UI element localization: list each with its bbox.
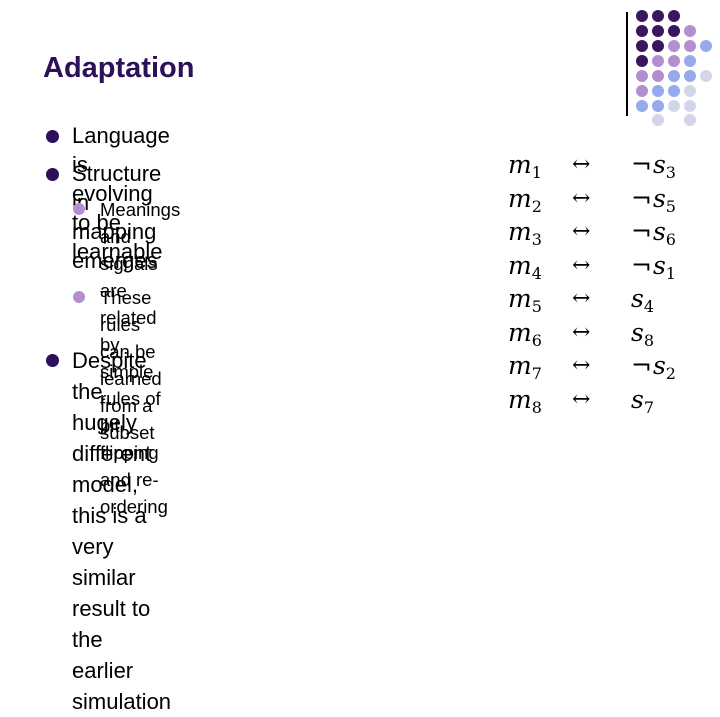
decorative-dot xyxy=(652,55,664,67)
signal-symbol: s7 xyxy=(631,384,655,417)
decorative-dot xyxy=(652,100,664,112)
negation-symbol: ¬ xyxy=(631,351,652,380)
decorative-dot xyxy=(668,40,680,52)
decorative-dot xyxy=(652,114,664,126)
meaning-symbol: m4 xyxy=(508,250,542,283)
signal-symbol: ¬s1 xyxy=(631,250,676,283)
decorative-dot xyxy=(652,10,664,22)
decorative-dot xyxy=(684,25,696,37)
negation-symbol: ¬ xyxy=(631,183,652,213)
decorative-dot xyxy=(636,40,648,52)
sub-bullet-marker-icon xyxy=(73,291,85,303)
negation-symbol: ¬ xyxy=(631,150,652,179)
biconditional-arrow-icon: ↔ xyxy=(572,319,591,345)
meaning-symbol: m3 xyxy=(508,217,542,249)
meaning-symbol: m8 xyxy=(508,384,542,417)
decorative-dot xyxy=(684,85,696,97)
meaning-symbol: m6 xyxy=(508,317,542,350)
signal-symbol: ¬s2 xyxy=(631,351,676,383)
biconditional-arrow-icon: ↔ xyxy=(572,386,591,412)
decorative-dot xyxy=(636,55,648,67)
meaning-symbol: m5 xyxy=(508,284,542,316)
meaning-symbol: m7 xyxy=(508,351,542,383)
decorative-dot xyxy=(652,70,664,82)
signal-symbol: ¬s5 xyxy=(631,183,676,216)
meaning-symbol: m1 xyxy=(508,150,542,182)
decorative-dot xyxy=(668,55,680,67)
decorative-dot xyxy=(636,25,648,37)
decorative-dot xyxy=(684,114,696,126)
biconditional-arrow-icon: ↔ xyxy=(572,185,591,211)
decorative-dot xyxy=(668,100,680,112)
bullet-item: Despite the hugely different model, this… xyxy=(46,345,172,717)
decorative-dot xyxy=(652,25,664,37)
signal-symbol: s4 xyxy=(631,284,655,316)
decorative-dot xyxy=(668,85,680,97)
bullet-text-line: this is a very similar result to the xyxy=(72,503,151,652)
bullet-marker-icon xyxy=(46,130,59,143)
slide-title: Adaptation xyxy=(43,52,195,84)
decorative-dot xyxy=(684,70,696,82)
decorative-dot xyxy=(700,40,712,52)
decorative-dot xyxy=(668,25,680,37)
negation-symbol: ¬ xyxy=(631,250,652,280)
meaning-symbol: m2 xyxy=(508,183,542,216)
decorative-dot xyxy=(636,70,648,82)
decorative-dot xyxy=(668,70,680,82)
signal-symbol: ¬s3 xyxy=(631,150,676,182)
decorative-dot xyxy=(684,100,696,112)
decorative-dot xyxy=(668,10,680,22)
decorative-dot xyxy=(636,10,648,22)
decorative-dot xyxy=(684,40,696,52)
bullet-text-line: Despite the hugely different model, xyxy=(72,348,152,497)
decorative-divider-line xyxy=(626,12,628,116)
bullet-text-line: earlier simulation xyxy=(72,658,172,714)
bullet-marker-icon xyxy=(46,168,59,181)
decorative-dot xyxy=(636,100,648,112)
biconditional-arrow-icon: ↔ xyxy=(572,152,591,177)
bullet-marker-icon xyxy=(46,354,59,367)
signal-symbol: ¬s6 xyxy=(631,217,676,249)
sub-bullet-marker-icon xyxy=(73,203,85,215)
biconditional-arrow-icon: ↔ xyxy=(572,353,591,378)
decorative-dot xyxy=(652,40,664,52)
biconditional-arrow-icon: ↔ xyxy=(572,252,591,278)
decorative-dot xyxy=(700,70,712,82)
biconditional-arrow-icon: ↔ xyxy=(572,286,591,311)
decorative-dot xyxy=(684,55,696,67)
decorative-dot xyxy=(652,85,664,97)
negation-symbol: ¬ xyxy=(631,217,652,246)
signal-symbol: s8 xyxy=(631,317,655,350)
decorative-dot xyxy=(636,85,648,97)
biconditional-arrow-icon: ↔ xyxy=(572,219,591,244)
